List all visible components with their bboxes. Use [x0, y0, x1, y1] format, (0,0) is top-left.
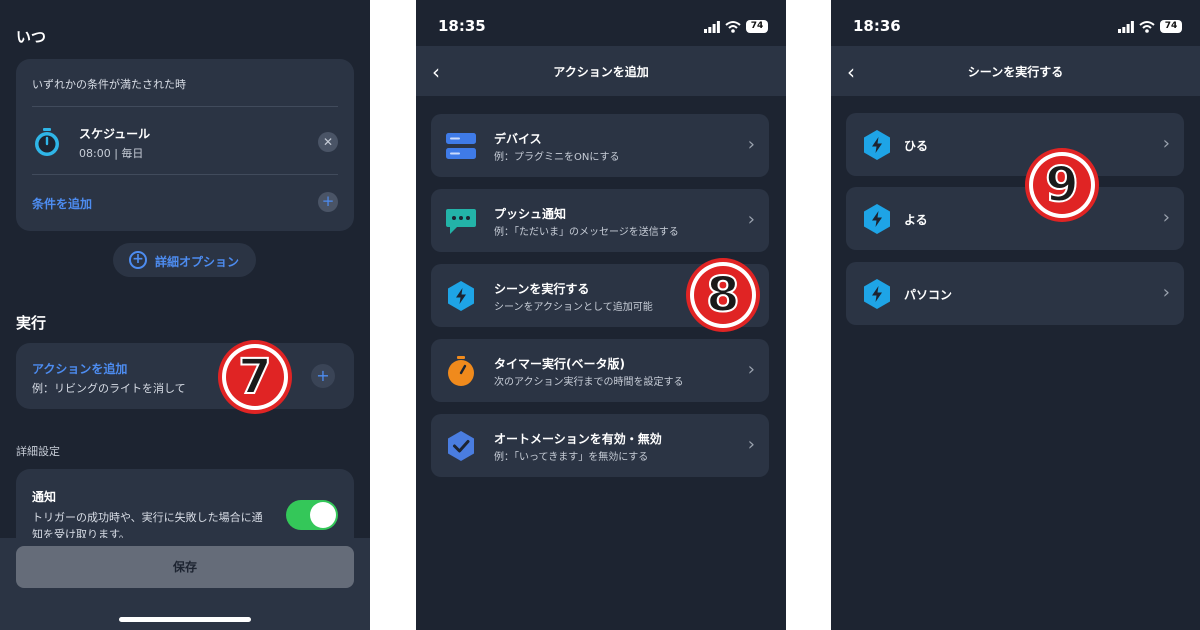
status-icons: 74: [704, 20, 768, 34]
step-badge-7: 7: [218, 340, 292, 414]
scene-bolt-icon: [864, 204, 890, 234]
status-icons: 74: [1118, 20, 1182, 34]
detail-options-label: 詳細オプション: [155, 255, 240, 269]
timer-icon: [448, 356, 474, 386]
row-subtitle: 例：「ただいま」のメッセージを送信する: [494, 227, 679, 238]
schedule-title[interactable]: スケジュール: [79, 125, 150, 142]
chevron-right-icon: ›: [747, 134, 755, 155]
battery-icon: 74: [746, 20, 768, 33]
scene-name: よる: [904, 213, 928, 227]
battery-icon: 74: [1160, 20, 1182, 33]
add-action-label[interactable]: アクションを追加: [32, 360, 127, 377]
chevron-right-icon: ›: [1162, 282, 1170, 303]
row-title: プッシュ通知: [494, 207, 567, 221]
nav-bar: ‹ アクションを追加: [416, 46, 786, 96]
home-indicator: [119, 617, 251, 622]
add-action-plus-icon[interactable]: +: [311, 364, 335, 388]
step-badge-8: 8: [686, 258, 760, 332]
action-row-timer[interactable]: タイマー実行(ベータ版) 次のアクション実行までの時間を設定する ›: [431, 339, 769, 402]
add-condition-link[interactable]: 条件を追加: [32, 195, 92, 212]
wifi-icon: [725, 21, 741, 33]
notification-title: 通知: [32, 490, 57, 504]
add-condition-plus-icon[interactable]: +: [318, 192, 338, 212]
chat-bubble-icon: [446, 209, 476, 234]
device-icon: [446, 133, 476, 159]
advanced-settings-label: 詳細設定: [16, 445, 60, 458]
row-title: オートメーションを有効・無効: [494, 432, 662, 446]
plus-circle-icon: +: [129, 251, 147, 269]
schedule-time: 08:00 | 毎日: [79, 147, 144, 160]
toggle-knob: [310, 502, 336, 528]
stopwatch-icon: [35, 128, 59, 156]
scene-bolt-icon: [448, 281, 474, 311]
add-action-example: 例：リビングのライトを消して: [32, 382, 186, 395]
exec-section-title: 実行: [16, 314, 47, 332]
divider: [32, 106, 338, 107]
chevron-right-icon: ›: [747, 434, 755, 455]
row-title: シーンを実行する: [494, 282, 590, 296]
action-row-push[interactable]: プッシュ通知 例：「ただいま」のメッセージを送信する ›: [431, 189, 769, 252]
nav-bar: ‹ シーンを実行する: [831, 46, 1200, 96]
chevron-right-icon: ›: [747, 359, 755, 380]
when-section-title: いつ: [16, 28, 47, 46]
scene-bolt-icon: [864, 130, 890, 160]
row-title: デバイス: [494, 132, 542, 146]
scene-name: ひる: [904, 139, 929, 153]
detail-options-button[interactable]: + 詳細オプション: [113, 243, 256, 277]
divider: [32, 174, 338, 175]
notification-toggle[interactable]: [286, 500, 338, 530]
add-action-screen: 18:35 74 ‹ アクションを追加 デバイス 例：プラグミニをONにする ›: [416, 0, 786, 630]
notification-desc-line1: トリガーの成功時や、実行に失敗した場合に通: [32, 511, 263, 524]
remove-condition-button[interactable]: ✕: [318, 132, 338, 152]
row-subtitle: シーンをアクションとして追加可能: [494, 302, 653, 313]
nav-title: シーンを実行する: [967, 65, 1064, 79]
row-subtitle: 例：「いってきます」を無効にする: [494, 452, 649, 463]
signal-icon: [1118, 21, 1134, 33]
run-scene-screen: 18:36 74 ‹ シーンを実行する ひる › よる › パソコン › 9: [831, 0, 1200, 630]
save-button[interactable]: 保存: [16, 546, 354, 588]
step-badge-9: 9: [1025, 148, 1099, 222]
action-row-device[interactable]: デバイス 例：プラグミニをONにする ›: [431, 114, 769, 177]
status-time: 18:35: [438, 17, 486, 35]
scene-name: パソコン: [904, 288, 953, 302]
row-subtitle: 例：プラグミニをONにする: [494, 152, 620, 163]
action-row-automation-toggle[interactable]: オートメーションを有効・無効 例：「いってきます」を無効にする ›: [431, 414, 769, 477]
wifi-icon: [1139, 21, 1155, 33]
signal-icon: [704, 21, 720, 33]
scene-row-hiru[interactable]: ひる ›: [846, 113, 1184, 176]
nav-title: アクションを追加: [553, 65, 649, 79]
check-shield-icon: [448, 431, 474, 461]
automation-edit-screen: いつ いずれかの条件が満たされた時 スケジュール 08:00 | 毎日 ✕ 条件…: [0, 0, 370, 630]
add-action-card[interactable]: アクションを追加 例：リビングのライトを消して +: [16, 343, 354, 409]
row-subtitle: 次のアクション実行までの時間を設定する: [494, 377, 684, 388]
chevron-right-icon: ›: [1162, 133, 1170, 154]
status-time: 18:36: [853, 17, 901, 35]
chevron-right-icon: ›: [747, 209, 755, 230]
scene-row-yoru[interactable]: よる ›: [846, 187, 1184, 250]
row-title: タイマー実行(ベータ版): [494, 357, 625, 371]
scene-row-pasokon[interactable]: パソコン ›: [846, 262, 1184, 325]
scene-bolt-icon: [864, 279, 890, 309]
condition-mode-text: いずれかの条件が満たされた時: [32, 78, 186, 91]
chevron-right-icon: ›: [1162, 207, 1170, 228]
